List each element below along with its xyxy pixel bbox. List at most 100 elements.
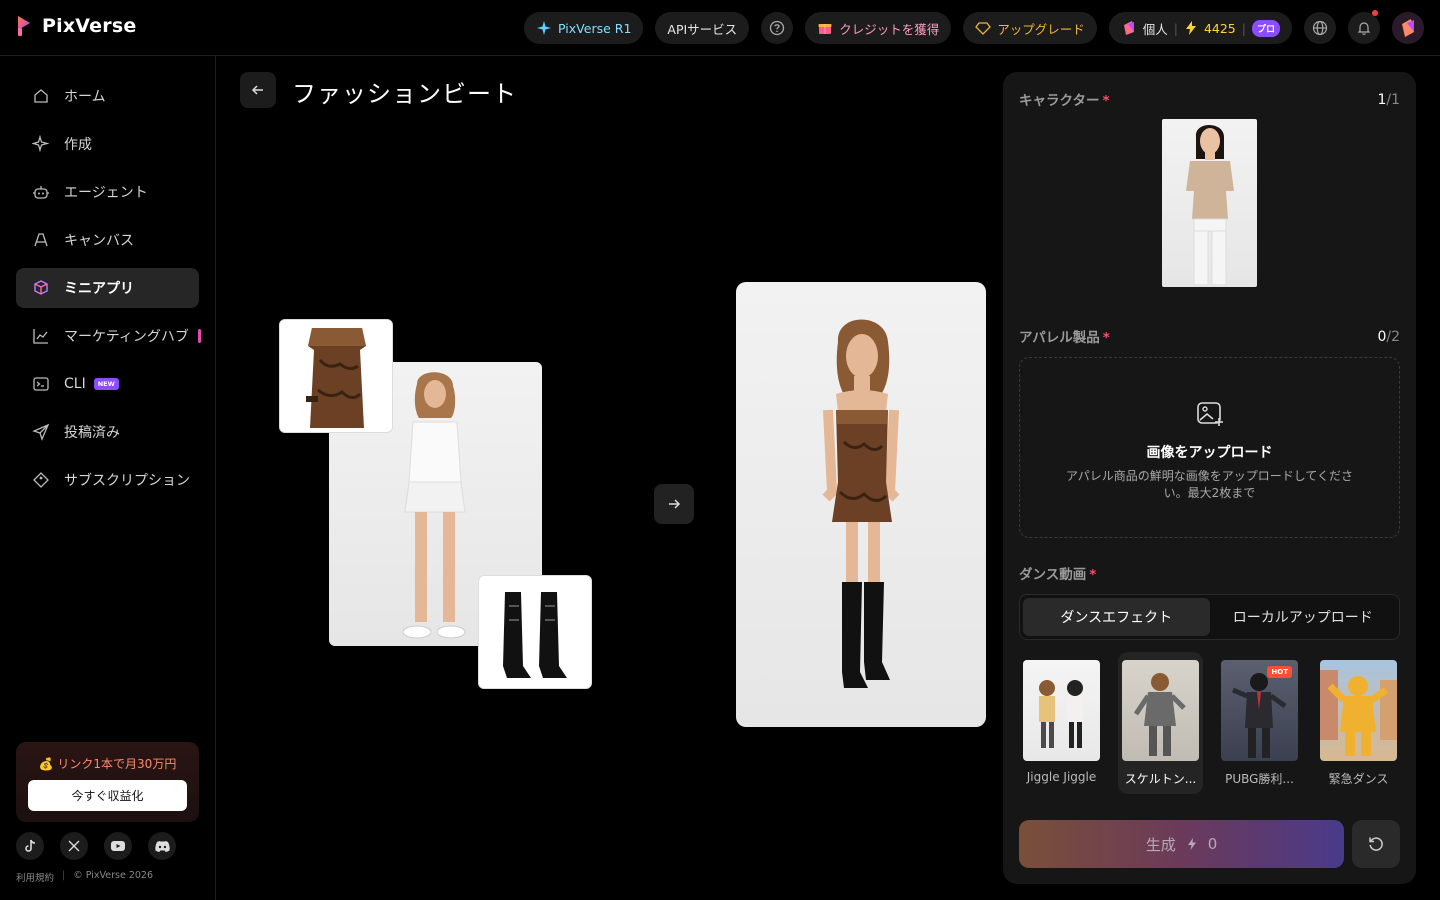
youtube-icon[interactable] — [104, 832, 132, 860]
robot-icon — [33, 186, 49, 199]
x-twitter-icon[interactable] — [60, 832, 88, 860]
sidebar-item-label: CLI — [64, 376, 86, 392]
generate-button[interactable]: 生成 0 — [1019, 820, 1344, 868]
character-section-label: キャラクター * — [1019, 93, 1110, 109]
user-avatar[interactable] — [1392, 12, 1424, 44]
canvas-icon — [34, 233, 48, 247]
sidebar-item-label: ミニアプリ — [64, 281, 134, 297]
generate-cost: 0 — [1207, 835, 1218, 853]
example-dress-image — [279, 319, 393, 433]
discord-icon[interactable] — [148, 832, 176, 860]
apparel-counter: 0/2 — [1377, 329, 1400, 345]
pixverse-r1-button[interactable]: PixVerse R1 — [524, 12, 644, 44]
sparkle-icon — [537, 21, 552, 35]
account-credits-pill[interactable]: 個人 | 4425 | プロ — [1108, 12, 1292, 44]
page-title: ファッションビート — [292, 80, 517, 108]
credit-count: 4425 — [1203, 20, 1236, 36]
sidebar-item-label: サブスクリプション — [64, 473, 190, 489]
character-counter: 1/1 — [1377, 92, 1400, 108]
dance-item-emergency[interactable]: 緊急ダンス — [1316, 652, 1401, 794]
diamond-icon — [975, 22, 992, 35]
sidebar-item-marketing-hub[interactable]: マーケティングハブ — [16, 316, 201, 356]
upgrade-label: アップグレード — [997, 21, 1085, 37]
lightning-icon — [1185, 21, 1196, 35]
sidebar-item-home[interactable]: ホーム — [16, 76, 199, 116]
home-icon — [34, 89, 48, 103]
chart-icon — [33, 329, 48, 344]
arrow-right-indicator — [654, 484, 694, 524]
upload-description: アパレル商品の鮮明な画像をアップロードしてください。最大2枚まで — [1065, 469, 1354, 500]
sidebar-item-label: ホーム — [64, 89, 106, 105]
get-credits-label: クレジットを獲得 — [839, 21, 940, 37]
upgrade-button[interactable]: アップグレード — [963, 12, 1097, 44]
app-name: PixVerse — [42, 15, 137, 37]
dance-thumbnail — [1122, 660, 1199, 761]
hot-badge: HOT — [1267, 666, 1292, 678]
sparkle-icon — [32, 135, 50, 153]
arrow-right-icon — [669, 499, 681, 509]
dance-label: 緊急ダンス — [1328, 772, 1389, 786]
dance-item-jiggle[interactable]: Jiggle Jiggle — [1019, 652, 1104, 794]
sidebar-item-posted[interactable]: 投稿済み — [16, 412, 199, 452]
dance-item-pubg[interactable]: HOT PUBG勝利... — [1217, 652, 1302, 794]
tiktok-icon[interactable] — [16, 832, 44, 860]
sidebar-item-label: 投稿済み — [64, 425, 120, 441]
promo-text: 💰 リンク1本で月30万円 — [38, 757, 177, 771]
new-badge: NEW — [93, 378, 119, 390]
arrow-left-icon — [251, 85, 263, 95]
sidebar-item-label: エージェント — [64, 185, 148, 201]
marketing-indicator — [198, 329, 201, 343]
dance-item-skeleton[interactable]: スケルトン... — [1118, 652, 1203, 794]
lightning-icon — [1187, 838, 1196, 850]
sidebar-item-label: マーケティングハブ — [64, 329, 189, 345]
pixverse-logo-icon — [18, 16, 30, 36]
sidebar-item-mini-apps[interactable]: ミニアプリ — [16, 268, 199, 308]
dance-thumbnail — [1023, 660, 1100, 761]
sidebar-item-cli[interactable]: CLI NEW — [16, 364, 199, 404]
monetize-promo: 💰 リンク1本で月30万円 今すぐ収益化 — [16, 742, 199, 822]
workspace-label: 個人 — [1142, 21, 1168, 37]
sidebar-nav: ホーム 作成 エージェント キャンバス ミニアプリ マーケティングハブ CLI … — [16, 76, 201, 508]
workspace-avatar-icon — [1123, 21, 1134, 35]
tab-local-upload[interactable]: ローカルアップロード — [1210, 598, 1397, 636]
back-button[interactable] — [240, 72, 276, 108]
copyright: © PixVerse 2026 — [73, 870, 154, 881]
notifications-button[interactable] — [1348, 10, 1380, 44]
generate-label: 生成 — [1145, 835, 1176, 854]
get-credits-button[interactable]: クレジットを獲得 — [805, 12, 952, 44]
sidebar-item-canvas[interactable]: キャンバス — [16, 220, 199, 260]
dance-effect-list: Jiggle Jiggle スケルトン... HOT PUBG勝利... 緊急ダ… — [1019, 652, 1400, 796]
terminal-icon — [33, 377, 49, 391]
sidebar: ホーム 作成 エージェント キャンバス ミニアプリ マーケティングハブ CLI … — [0, 56, 216, 900]
notification-dot — [1372, 10, 1378, 16]
sidebar-item-label: キャンバス — [64, 233, 134, 249]
monetize-button[interactable]: 今すぐ収益化 — [28, 780, 187, 811]
top-bar: PixVerse PixVerse R1 APIサービス クレジットを獲得 アッ… — [0, 0, 1440, 56]
reset-button[interactable] — [1352, 820, 1400, 868]
dance-thumbnail — [1320, 660, 1397, 761]
sidebar-item-agent[interactable]: エージェント — [16, 172, 199, 212]
language-button[interactable] — [1304, 12, 1336, 44]
tab-dance-effect[interactable]: ダンスエフェクト — [1023, 598, 1210, 636]
help-icon — [770, 20, 785, 36]
sidebar-footer: 利用規約 | © PixVerse 2026 — [16, 870, 154, 884]
refresh-icon — [1369, 837, 1383, 851]
apparel-section-label: アパレル製品 * — [1019, 330, 1110, 346]
plan-badge: プロ — [1251, 19, 1280, 37]
apparel-upload-dropzone[interactable]: 画像をアップロード アパレル商品の鮮明な画像をアップロードしてください。最大2枚… — [1019, 357, 1400, 538]
sidebar-item-label: 作成 — [64, 137, 92, 153]
dance-thumbnail: HOT — [1221, 660, 1298, 761]
pixverse-r1-label: PixVerse R1 — [558, 20, 632, 36]
social-links — [16, 832, 176, 860]
example-boots-image — [478, 575, 592, 689]
logo[interactable]: PixVerse — [16, 14, 136, 38]
help-button[interactable] — [761, 12, 794, 44]
sidebar-item-create[interactable]: 作成 — [16, 124, 199, 164]
sidebar-item-subscription[interactable]: サブスクリプション — [16, 460, 199, 500]
api-service-button[interactable]: APIサービス — [655, 12, 750, 44]
avatar-icon — [1402, 19, 1414, 37]
character-image[interactable] — [1162, 119, 1257, 287]
dance-section-label: ダンス動画 * — [1019, 567, 1097, 583]
cube-icon — [34, 280, 48, 295]
terms-link[interactable]: 利用規約 — [16, 870, 54, 884]
